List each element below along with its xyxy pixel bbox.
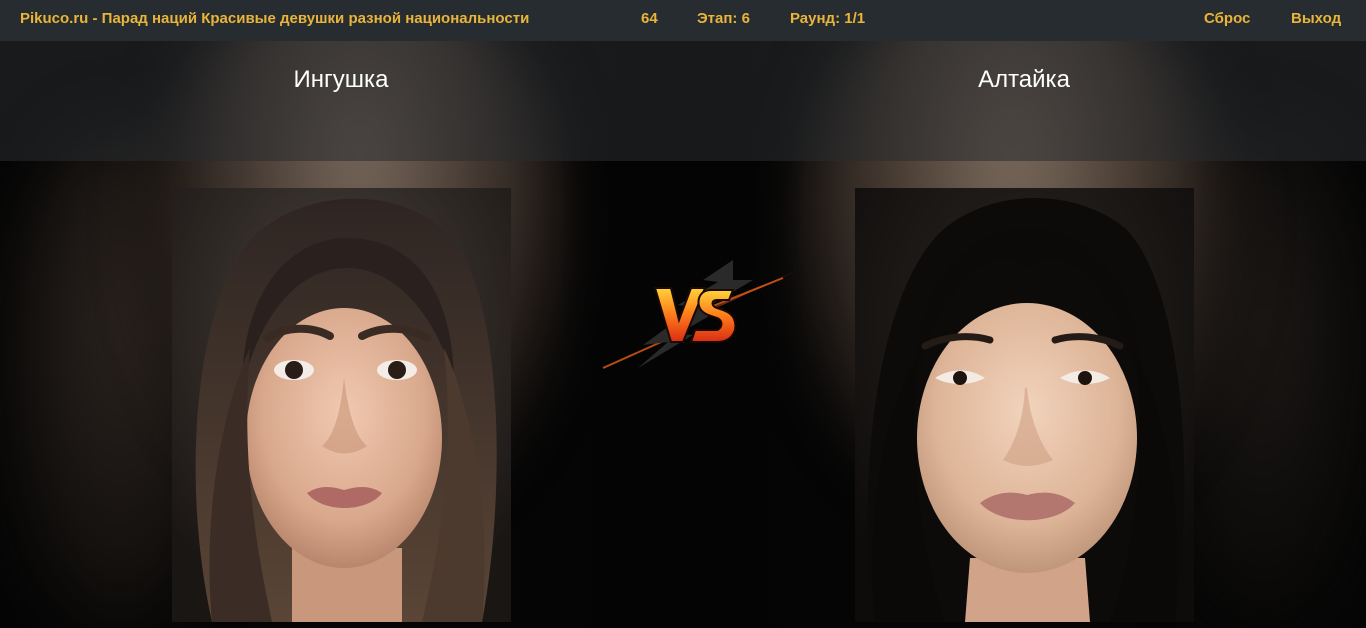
contestant-photo-right[interactable]	[855, 188, 1194, 622]
contestant-name-right: Алтайка	[978, 66, 1070, 93]
participant-count: 64	[641, 10, 658, 27]
vs-lightning-icon	[583, 250, 803, 380]
reset-button[interactable]: Сброс	[1204, 10, 1250, 27]
names-strip: Ингушка Алтайка	[0, 41, 1366, 161]
round-indicator: Раунд: 1/1	[790, 10, 866, 27]
contestant-name-left: Ингушка	[293, 66, 389, 93]
contestant-photo-left[interactable]	[172, 188, 511, 622]
page-title: Pikuco.ru - Парад наций Красивые девушки…	[20, 10, 530, 27]
top-bar: Pikuco.ru - Парад наций Красивые девушки…	[0, 0, 1366, 41]
stage-indicator: Этап: 6	[697, 10, 750, 27]
exit-button[interactable]: Выход	[1291, 10, 1341, 27]
